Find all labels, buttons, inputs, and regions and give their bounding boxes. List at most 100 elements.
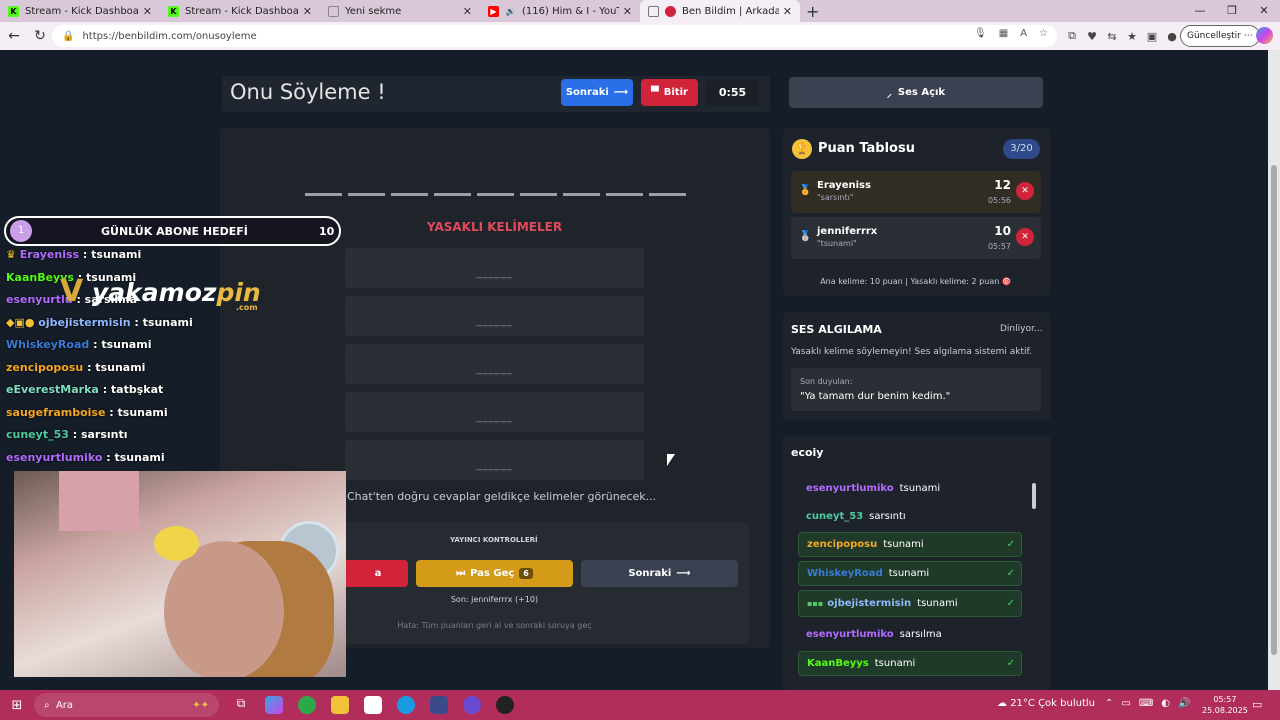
tab-kick-dashboard-2[interactable]: K Stream - Kick Dashboard ✕ (160, 0, 320, 22)
goal-current: 1 (10, 220, 32, 242)
overlay-chat-line: cuneyt_53 : sarsıntı (6, 428, 128, 441)
task-view-icon[interactable]: ⧉ (232, 696, 250, 714)
forbidden-word-slot: ______ (345, 392, 644, 432)
player-name: Erayeniss (817, 180, 871, 191)
finish-label: Bitir (663, 87, 688, 98)
next-button[interactable]: Sonraki ⟶ (561, 79, 633, 106)
system-tray[interactable]: ⌃▭⌨◐🔊 (1105, 698, 1198, 709)
extensions-icon[interactable]: ⧉ (1062, 29, 1082, 43)
last-heard-box (791, 368, 1041, 411)
overlay-chat-line: ◆▣● ojbejistermisin : tsunami (6, 316, 193, 329)
edge-icon[interactable] (397, 696, 415, 714)
favorites-icon[interactable]: ★ (1122, 30, 1142, 43)
pass-button[interactable]: ⏭ Pas Geç 6 (416, 560, 573, 587)
read-aloud-icon[interactable]: A (1020, 28, 1027, 39)
chat-user: cuneyt_53 (806, 511, 864, 522)
sound-toggle-button[interactable]: ⸝ Ses Açık (789, 77, 1043, 108)
chat-user: ojbejistermisin (827, 598, 912, 609)
remove-player-button[interactable]: ✕ (1016, 228, 1034, 246)
chat-user: esenyurtlumiko (806, 483, 894, 494)
chat-message-correct: KaanBeyys tsunami ✓ (798, 651, 1022, 676)
game-title: Onu Söyleme ! (230, 80, 386, 104)
forbidden-word-slot: ______ (345, 248, 644, 288)
favorite-icon[interactable]: ☆ (1039, 28, 1048, 39)
copilot-icon[interactable] (1256, 27, 1273, 44)
silver-medal-icon: 🥈 (799, 231, 812, 242)
back-icon[interactable]: ← (2, 28, 26, 44)
chat-text: tsunami (888, 568, 930, 579)
site-info-icon[interactable]: 🔒 (62, 31, 74, 42)
tab-benbildim[interactable]: Ben Bildim | Arkadaşlarınla O ✕ (640, 0, 800, 22)
overlay-chat-line: WhiskeyRoad : tsunami (6, 338, 151, 351)
tab-title: Ben Bildim | Arkadaşlarınla O (682, 5, 779, 17)
microphone-icon[interactable]: 🎙 (974, 28, 987, 39)
close-icon[interactable]: ✕ (623, 5, 632, 18)
store-icon[interactable] (364, 696, 382, 714)
tab-bar: K Stream - Kick Dashboard ✕ K Stream - K… (0, 0, 1280, 22)
app-icon[interactable]: ▦ (999, 28, 1008, 39)
chat-text: tsunami (883, 539, 924, 550)
check-icon: ✓ (1006, 539, 1015, 550)
close-icon[interactable]: ✕ (303, 5, 312, 18)
speaker-icon[interactable]: 🔊 (505, 6, 516, 17)
scoreboard-title: Puan Tablosu (818, 141, 915, 156)
finish-button[interactable]: ▀ Bitir (641, 79, 698, 106)
remove-player-button[interactable]: ✕ (1016, 182, 1034, 200)
new-tab-icon (328, 5, 339, 17)
check-icon: ✓ (1006, 658, 1015, 669)
app-icon[interactable] (430, 696, 448, 714)
address-field[interactable]: 🔒 https://benbildim.com/onusoyleme (52, 25, 1057, 47)
close-icon[interactable]: ✕ (143, 5, 152, 18)
sponsor-logo: V yakamozpin .com (60, 270, 275, 314)
tab-youtube[interactable]: ▶ 🔊 (116) Him & I - YouTube ✕ (480, 0, 640, 22)
notification-icon[interactable]: ▭ (1252, 698, 1262, 711)
close-icon[interactable]: ✕ (463, 5, 472, 18)
clock[interactable]: 05:57 25.08.2025 (1202, 694, 1248, 716)
overlay-text: : tsunami (93, 338, 152, 351)
weather-text: 21°C Çok bulutlu (1010, 698, 1095, 709)
collections-icon[interactable]: ▣ (1142, 30, 1162, 43)
split-screen-icon[interactable]: ⇆ (1102, 30, 1122, 43)
chat-message: esenyurtlumiko tsunami (798, 476, 1022, 501)
tab-new[interactable]: Yeni sekme ✕ (320, 0, 480, 22)
browser-essentials-icon[interactable]: ♥ (1082, 30, 1102, 43)
clock-date: 25.08.2025 (1202, 706, 1248, 715)
forbidden-word-slot: ______ (345, 344, 644, 384)
points-info: Ana kelime: 10 puan | Yasaklı kelime: 2 … (820, 277, 1012, 286)
close-window-button[interactable]: ✕ (1248, 0, 1280, 22)
next-button-controls[interactable]: Sonraki ⟶ (581, 560, 738, 587)
chat-text: tsunami (874, 658, 916, 669)
discord-icon[interactable] (463, 696, 481, 714)
minimize-button[interactable]: — (1184, 0, 1216, 22)
close-icon[interactable]: ✕ (783, 5, 792, 18)
chat-message-correct: WhiskeyRoad tsunami ✓ (798, 561, 1022, 586)
overlay-user: WhiskeyRoad (6, 338, 90, 351)
round-progress-badge: 3/20 (1003, 139, 1040, 159)
update-button[interactable]: Güncelleştir ⋯ (1180, 25, 1260, 47)
undo-label: a (374, 568, 382, 579)
maximize-button[interactable]: ❐ (1216, 0, 1248, 22)
overlay-chat-line: eEverestMarka : tatbşkat (6, 383, 163, 396)
tab-kick-dashboard-1[interactable]: K Stream - Kick Dashboard ✕ (0, 0, 160, 22)
overlay-user: saugeframboise (6, 406, 106, 419)
chrome-icon[interactable] (298, 696, 316, 714)
youtube-icon: ▶ (488, 5, 499, 17)
copilot-app-icon[interactable] (265, 696, 283, 714)
chat-text: tsunami (899, 483, 941, 494)
page-scrollbar[interactable] (1268, 50, 1280, 690)
overlay-user: Erayeniss (19, 248, 80, 261)
file-explorer-icon[interactable] (331, 696, 349, 714)
new-tab-button[interactable]: + (806, 2, 819, 21)
check-icon: ✓ (1006, 598, 1015, 609)
address-bar-row: ← ↻ 🔒 https://benbildim.com/onusoyleme 🎙… (0, 22, 1280, 50)
trophy-icon: 🏆 (792, 139, 812, 159)
obs-icon[interactable] (496, 696, 514, 714)
profile-icon[interactable]: ● (1162, 30, 1182, 43)
weather-widget[interactable]: ☁ 21°C Çok bulutlu (997, 698, 1095, 709)
chat-message-correct: zencipoposu tsunami ✓ (798, 532, 1022, 557)
windows-start-icon[interactable]: ⊞ (4, 698, 30, 713)
refresh-icon[interactable]: ↻ (28, 28, 52, 44)
arrow-right-icon: ⟶ (676, 568, 691, 579)
taskbar-search[interactable]: ⌕ Ara ✦✦ (34, 693, 219, 717)
chat-scrollbar[interactable] (1030, 471, 1038, 679)
